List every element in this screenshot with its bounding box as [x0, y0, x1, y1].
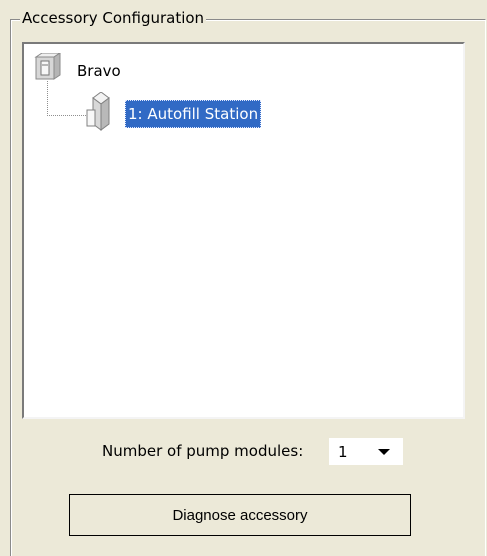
pump-modules-label: Number of pump modules:	[102, 442, 304, 460]
accessory-tree[interactable]: Bravo 1: Autofill Station	[22, 42, 465, 419]
chevron-down-icon	[378, 449, 390, 455]
module-icon	[85, 91, 113, 139]
tree-node-autofill-station[interactable]: 1: Autofill Station	[85, 91, 323, 134]
group-title: Accessory Configuration	[20, 8, 207, 28]
tree-connector	[47, 81, 86, 116]
tree-node-bravo-label: Bravo	[77, 62, 121, 80]
diagnose-accessory-button[interactable]: Diagnose accessory	[69, 494, 411, 536]
tree-node-autofill-station-label: 1: Autofill Station	[125, 100, 262, 128]
pump-modules-dropdown[interactable]: 1	[329, 438, 403, 465]
pump-modules-value: 1	[338, 443, 348, 461]
